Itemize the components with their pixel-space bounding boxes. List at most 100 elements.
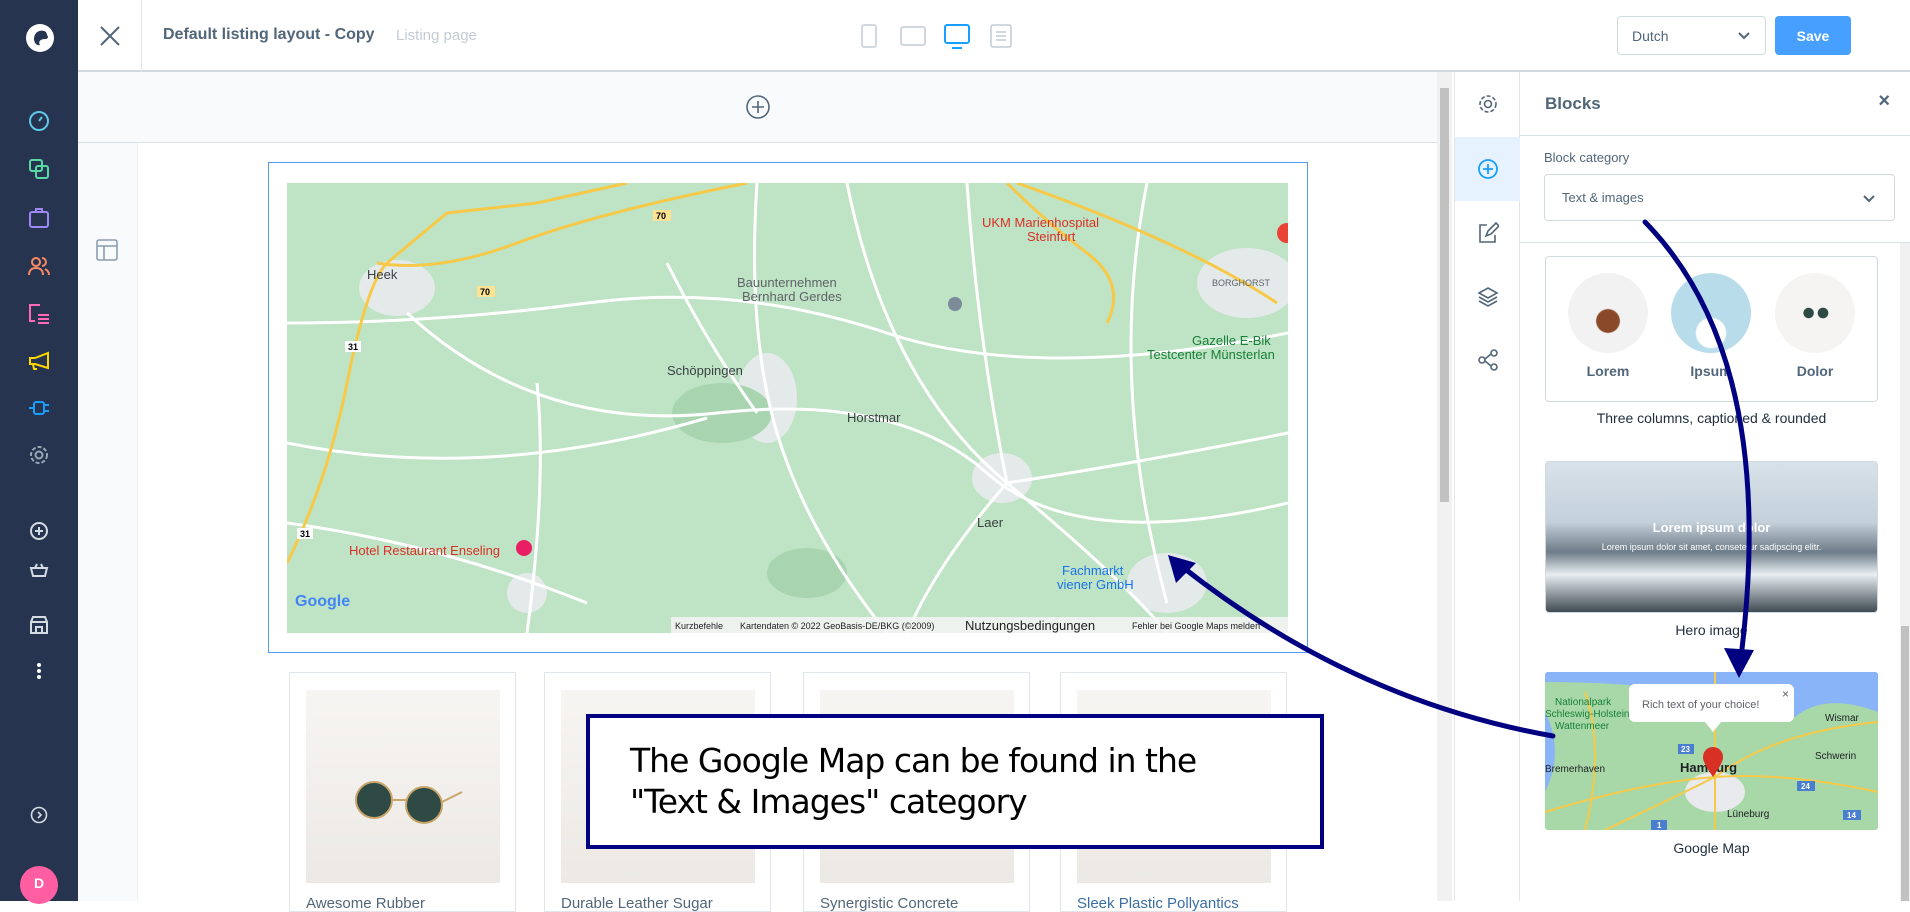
hero-title: Lorem ipsum dolor <box>1652 520 1771 535</box>
edit-icon <box>1478 222 1499 243</box>
dashboard-icon[interactable] <box>24 106 54 136</box>
page-title: Default listing layout - Copy <box>163 26 375 43</box>
block-caption: Google Map <box>1673 840 1750 856</box>
save-button[interactable]: Save <box>1775 16 1851 55</box>
shopware-logo[interactable] <box>24 22 56 54</box>
map-report-link: Fehler bei Google Maps melden <box>1132 621 1260 631</box>
mobile-icon[interactable] <box>861 24 877 53</box>
map-label: Wismar <box>1825 713 1860 724</box>
block-google-map[interactable]: Nationalpark Schleswig-Holstein Wattenme… <box>1545 672 1878 830</box>
map-label: Schöppingen <box>667 363 743 378</box>
language-select[interactable]: Dutch <box>1617 16 1766 55</box>
add-icon[interactable] <box>24 516 54 546</box>
canvas-scrollbar[interactable] <box>1437 72 1452 901</box>
map-label: Schleswig-Holstein <box>1545 709 1629 720</box>
block-three-columns[interactable]: Lorem Ipsum Dolor <box>1545 256 1878 402</box>
close-button[interactable] <box>78 0 142 72</box>
tab-edit[interactable] <box>1455 201 1520 265</box>
add-section-bar[interactable] <box>78 72 1437 143</box>
road-label: 24 <box>1801 782 1810 791</box>
main-sidebar: D <box>0 0 78 904</box>
tab-blocks[interactable] <box>1455 137 1520 201</box>
customers-icon[interactable] <box>24 251 54 281</box>
map-label: Gazelle E-Bik <box>1192 333 1271 348</box>
chevron-down-icon <box>1738 32 1750 40</box>
chevron-down-icon <box>1863 195 1875 203</box>
map-label: BORGHORST <box>1212 278 1271 288</box>
language-value: Dutch <box>1632 28 1669 44</box>
list-icon[interactable] <box>990 24 1012 53</box>
popup-close-icon: × <box>1782 687 1789 701</box>
tab-layers[interactable] <box>1455 265 1520 329</box>
add-section-icon[interactable] <box>745 94 771 120</box>
block-caption: Hero image <box>1675 622 1748 638</box>
expand-sidebar-icon[interactable] <box>24 800 54 830</box>
desktop-icon[interactable] <box>944 24 970 55</box>
map-shortcuts-link: Kurzbefehle <box>675 621 723 631</box>
map-label: Fachmarkt <box>1062 563 1124 578</box>
tab-share[interactable] <box>1455 328 1520 392</box>
page-type: Listing page <box>396 27 477 44</box>
map-label: Bremerhaven <box>1545 764 1605 775</box>
product-title[interactable]: Durable Leather Sugar <box>561 895 713 912</box>
map-label: Wattenmeer <box>1555 721 1610 732</box>
map-label: Lüneburg <box>1727 809 1769 820</box>
map-label: viener GmbH <box>1057 577 1134 592</box>
map-label: Bauunternehmen <box>737 275 837 290</box>
block-caption: Three columns, captioned & rounded <box>1596 410 1827 426</box>
map-label: Testcenter Münsterlan <box>1147 347 1275 362</box>
road-label: 14 <box>1847 811 1856 820</box>
product-title[interactable]: Sleek Plastic Pollyantics <box>1077 895 1239 912</box>
section-layout-icon[interactable] <box>96 239 118 266</box>
block-category-select[interactable]: Text & images <box>1544 174 1895 221</box>
close-panel-icon[interactable]: × <box>1878 90 1890 113</box>
map-popup-text: Rich text of your choice! <box>1642 699 1759 711</box>
column-caption: Lorem <box>1586 363 1630 379</box>
tablet-icon[interactable] <box>900 26 926 51</box>
tab-settings[interactable] <box>1455 72 1520 136</box>
annotation-line: The Google Map can be found in the <box>630 741 1197 780</box>
product-title[interactable]: Awesome Rubber <box>306 895 425 912</box>
map-label: Steinfurt <box>1027 229 1076 244</box>
extensions-icon[interactable] <box>24 393 54 423</box>
section-settings-column <box>78 143 138 901</box>
panel-scrollbar[interactable] <box>1900 243 1910 901</box>
camera-image <box>1568 273 1648 353</box>
road-label: 23 <box>1681 745 1690 754</box>
share-icon <box>1477 349 1498 371</box>
block-hero-image[interactable]: Lorem ipsum dolor Lorem ipsum dolor sit … <box>1545 461 1878 613</box>
road-label: 31 <box>300 529 310 539</box>
map-label: UKM Marienhospital <box>982 215 1099 230</box>
basket-icon[interactable] <box>24 555 54 585</box>
product-card[interactable]: Awesome Rubber <box>289 672 516 912</box>
avatar[interactable]: D <box>20 866 58 904</box>
panel-title: Blocks <box>1545 94 1601 113</box>
map-label: Hotel Restaurant Enseling <box>349 543 500 558</box>
column-caption: Dolor <box>1796 363 1834 379</box>
blocks-panel: Blocks × Block category Text & images Lor… <box>1520 72 1910 901</box>
sunglasses-image <box>1775 273 1855 353</box>
content-icon[interactable] <box>24 299 54 329</box>
road-label: 70 <box>656 211 666 221</box>
block-list: Lorem Ipsum Dolor Three columns, caption… <box>1520 242 1910 901</box>
orders-icon[interactable] <box>24 203 54 233</box>
plant-image <box>1671 273 1751 353</box>
annotation-line: "Text & Images" category <box>630 782 1028 821</box>
settings-icon[interactable] <box>24 440 54 470</box>
storefront-icon[interactable] <box>24 610 54 640</box>
more-icon[interactable] <box>24 656 54 686</box>
block-category-label: Block category <box>1544 150 1630 165</box>
catalog-icon[interactable] <box>24 154 54 184</box>
marketing-icon[interactable] <box>24 346 54 376</box>
road-label: 70 <box>480 287 490 297</box>
google-map[interactable]: Heek Schöppingen Horstmar Laer Bauuntern… <box>287 183 1288 633</box>
product-title[interactable]: Synergistic Concrete <box>820 895 958 912</box>
sidebar-tabs <box>1454 72 1520 901</box>
map-terms-link: Nutzungsbedingungen <box>965 618 1095 633</box>
google-logo: Google <box>295 593 350 610</box>
add-block-icon <box>1477 159 1498 179</box>
annotation-callout: The Google Map can be found in the "Text… <box>586 714 1324 849</box>
column-caption: Ipsum <box>1690 363 1732 379</box>
map-label: Bernhard Gerdes <box>742 289 842 304</box>
map-label: Laer <box>977 515 1004 530</box>
